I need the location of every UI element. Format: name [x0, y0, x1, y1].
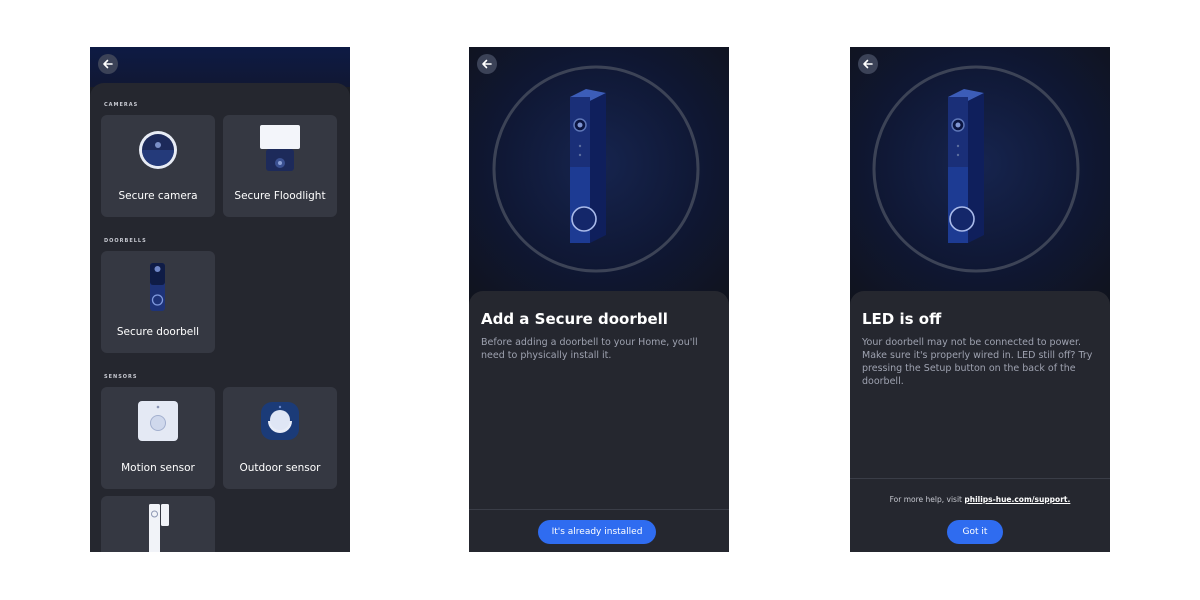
- header: [90, 47, 350, 87]
- tile-label: Secure doorbell: [116, 326, 200, 338]
- description-text: Your doorbell may not be connected to po…: [862, 337, 1093, 387]
- led-off-screen: LED is off Your doorbell may not be conn…: [850, 47, 1110, 552]
- doorbell-hero-illustration: [469, 47, 729, 307]
- section-title-cameras: CAMERAS: [104, 102, 139, 108]
- arrow-left-icon: [863, 59, 873, 69]
- doorbell-icon: [150, 263, 165, 311]
- motion-sensor-icon: [138, 401, 178, 441]
- arrow-left-icon: [103, 59, 113, 69]
- tile-label: Motion sensor: [121, 462, 195, 474]
- divider: [469, 509, 729, 510]
- info-panel: LED is off Your doorbell may not be conn…: [850, 291, 1110, 552]
- tile-secure-camera[interactable]: Secure camera: [101, 115, 215, 217]
- got-it-button[interactable]: Got it: [947, 520, 1003, 544]
- contact-sensor-icon: [149, 504, 169, 552]
- device-list: CAMERAS Secure camera Secure Floodlight …: [90, 83, 350, 552]
- tile-contact-sensor[interactable]: [101, 496, 215, 552]
- back-button[interactable]: [477, 54, 497, 74]
- page-title: Add a Secure doorbell: [481, 310, 668, 328]
- tile-label: Secure camera: [118, 190, 198, 202]
- tile-secure-floodlight[interactable]: Secure Floodlight: [223, 115, 337, 217]
- divider: [850, 478, 1110, 479]
- back-button[interactable]: [98, 54, 118, 74]
- back-button[interactable]: [858, 54, 878, 74]
- support-link[interactable]: philips-hue.com/support.: [964, 495, 1070, 504]
- camera-icon: [139, 131, 177, 169]
- floodlight-icon: [260, 125, 300, 171]
- section-title-sensors: SENSORS: [104, 374, 138, 380]
- tile-secure-doorbell[interactable]: Secure doorbell: [101, 251, 215, 353]
- doorbell-hero-illustration: [850, 47, 1110, 307]
- help-prefix: For more help, visit: [889, 495, 965, 504]
- already-installed-button[interactable]: It's already installed: [538, 520, 656, 544]
- device-picker-screen: CAMERAS Secure camera Secure Floodlight …: [90, 47, 350, 552]
- add-doorbell-screen: Add a Secure doorbell Before adding a do…: [469, 47, 729, 552]
- page-title: LED is off: [862, 310, 942, 328]
- tile-label: Outdoor sensor: [239, 462, 321, 474]
- tile-label: Secure Floodlight: [234, 190, 326, 202]
- outdoor-sensor-icon: [261, 402, 299, 440]
- info-panel: Add a Secure doorbell Before adding a do…: [469, 291, 729, 552]
- arrow-left-icon: [482, 59, 492, 69]
- help-text: For more help, visit philips-hue.com/sup…: [850, 495, 1110, 504]
- tile-motion-sensor[interactable]: Motion sensor: [101, 387, 215, 489]
- description-text: Before adding a doorbell to your Home, y…: [481, 337, 698, 361]
- doorbell-illustration-icon: [872, 65, 1080, 273]
- section-title-doorbells: DOORBELLS: [104, 238, 147, 244]
- doorbell-illustration-icon: [492, 65, 700, 273]
- tile-outdoor-sensor[interactable]: Outdoor sensor: [223, 387, 337, 489]
